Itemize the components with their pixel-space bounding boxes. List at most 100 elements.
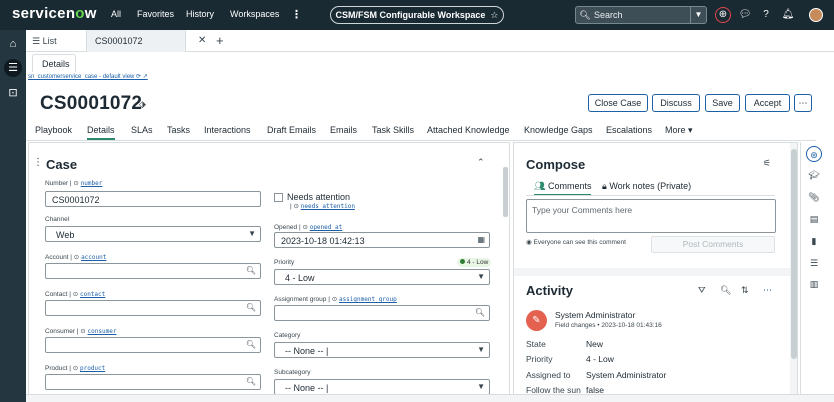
book-icon[interactable]: ▥	[806, 276, 822, 292]
tab-details[interactable]: Details	[87, 125, 115, 140]
post-comments-button[interactable]: Post Comments	[651, 236, 775, 253]
consumer-field-name[interactable]: consumer	[88, 328, 117, 335]
chevron-down-icon: ▼	[477, 345, 485, 354]
subtab-details[interactable]: Details	[32, 54, 76, 72]
search-icon[interactable]: 🔍︎	[246, 377, 256, 386]
tab-interactions[interactable]: Interactions	[204, 125, 251, 135]
tab-slas[interactable]: SLAs	[131, 125, 153, 135]
scrollbar-thumb[interactable]	[503, 167, 508, 217]
bell-icon[interactable]: 🔔︎	[781, 8, 795, 22]
opened-field-name[interactable]: opened_at	[310, 224, 343, 231]
more-menu-icon[interactable]: ⋮	[291, 8, 302, 21]
account-field-name[interactable]: account	[81, 254, 106, 261]
nav-history[interactable]: History	[186, 9, 214, 19]
attachment-icon[interactable]: 📎︎	[806, 189, 822, 205]
subcategory-select[interactable]: -- None -- | ▼	[274, 379, 490, 395]
search-icon[interactable]: 🔍︎	[246, 340, 256, 349]
search-icon[interactable]: 🔍︎	[246, 303, 256, 312]
form-scrollbar[interactable]	[502, 161, 509, 401]
consumer-input[interactable]: 🔍︎	[45, 337, 261, 353]
tab-comments[interactable]: 👥︎ Comments	[534, 181, 592, 196]
nav-all[interactable]: All	[111, 9, 121, 19]
number-field-name[interactable]: number	[81, 180, 103, 187]
home-icon[interactable]: ⌂	[4, 35, 22, 53]
nav-workspaces[interactable]: Workspaces	[230, 9, 279, 19]
needs-attention-checkbox[interactable]	[274, 193, 283, 202]
sort-icon[interactable]: ⇅	[741, 285, 749, 296]
number-input[interactable]: CS0001072	[45, 191, 261, 207]
tab-knowledge-gaps[interactable]: Knowledge Gaps	[524, 125, 593, 135]
contact-field-name[interactable]: contact	[80, 291, 105, 298]
file-icon[interactable]: ▮	[806, 233, 822, 249]
list-icon[interactable]: ☰	[4, 59, 22, 77]
chevron-down-icon: ▼	[477, 272, 485, 281]
star-icon[interactable]: ☆	[490, 10, 498, 21]
chat-icon[interactable]: 💬︎	[738, 8, 752, 22]
global-search[interactable]: 🔍︎ Search ▼	[575, 6, 707, 24]
channel-select[interactable]: Web ▼	[45, 226, 261, 242]
servicenow-logo[interactable]: servicenow	[12, 5, 97, 22]
tab-attached-knowledge[interactable]: Attached Knowledge	[427, 125, 510, 135]
calendar-icon[interactable]: ▦	[477, 235, 485, 244]
form-view-link[interactable]: sn_customerservice_case - default view ⟳…	[28, 73, 148, 80]
more-options-icon[interactable]: ⋯	[763, 285, 772, 296]
search-scope-dropdown[interactable]: ▼	[690, 7, 706, 23]
assignment-group-field-name[interactable]: assignment_group	[339, 296, 397, 303]
tag-icon[interactable]: ⬗	[139, 99, 146, 110]
tab-playbook[interactable]: Playbook	[35, 125, 72, 135]
filter-icon[interactable]: ⛛	[698, 285, 706, 296]
assignment-group-input[interactable]: 🔍︎	[274, 305, 490, 321]
tab-tasks[interactable]: Tasks	[167, 125, 190, 135]
settings-sliders-icon[interactable]: ⚟	[763, 158, 771, 169]
tab-task-skills[interactable]: Task Skills	[372, 125, 414, 135]
needs-attention-field: | ⊙ needs_attention	[290, 203, 355, 210]
agent-assist-icon[interactable]: ⊛	[806, 146, 822, 162]
tab-more[interactable]: More ▾	[665, 125, 693, 136]
drag-handle-icon[interactable]: ⋮	[33, 157, 43, 168]
product-input[interactable]: 🔍︎	[45, 374, 261, 390]
priority-select[interactable]: 4 - Low ▼	[274, 269, 490, 285]
tab-list[interactable]: ☰ List	[32, 36, 57, 47]
priority-badge-text: 4 - Low	[467, 259, 489, 266]
scrollbar-thumb[interactable]	[791, 149, 797, 359]
close-tab-icon[interactable]: ✕	[198, 35, 206, 46]
accept-button[interactable]: Accept	[745, 94, 790, 112]
needs-attention-field-name[interactable]: needs_attention	[301, 203, 355, 210]
list-icon[interactable]: ☰	[806, 255, 822, 271]
save-button[interactable]: Save	[705, 94, 740, 112]
user-avatar[interactable]	[809, 8, 823, 22]
tab-draft-emails[interactable]: Draft Emails	[267, 125, 316, 135]
search-input[interactable]: Search	[594, 10, 690, 20]
tab-more-label: More	[665, 125, 686, 135]
activity-user: System Administrator	[555, 310, 636, 320]
close-case-button[interactable]: Close Case	[588, 94, 648, 112]
more-actions-button[interactable]: ⋯	[794, 94, 812, 112]
add-tab-icon[interactable]: +	[216, 33, 224, 48]
discuss-button[interactable]: Discuss	[652, 94, 700, 112]
record-tabs: Playbook Details SLAs Tasks Interactions…	[26, 121, 816, 141]
comments-textarea[interactable]: Type your Comments here	[526, 199, 776, 233]
tab-work-notes[interactable]: 🔒︎ Work notes (Private)	[602, 181, 691, 192]
collapse-chevron-icon[interactable]: ⌃	[477, 157, 485, 168]
panel-scrollbar[interactable]	[790, 143, 797, 401]
tab-emails[interactable]: Emails	[330, 125, 357, 135]
document-icon[interactable]: ▤	[806, 211, 822, 227]
globe-icon[interactable]: ⊕	[715, 7, 731, 23]
activity-avatar: ✎	[526, 310, 547, 331]
top-navigation-bar: servicenow All Favorites History Workspa…	[0, 0, 834, 30]
search-icon[interactable]: 🔍︎	[720, 285, 731, 296]
account-input[interactable]: 🔍︎	[45, 263, 261, 279]
inbox-icon[interactable]: ⊡	[4, 84, 22, 102]
nav-favorites[interactable]: Favorites	[137, 9, 174, 19]
search-icon[interactable]: 🔍︎	[246, 266, 256, 275]
product-field-name[interactable]: product	[80, 365, 105, 372]
tab-escalations[interactable]: Escalations	[606, 125, 652, 135]
category-select[interactable]: -- None -- | ▼	[274, 342, 490, 358]
help-icon[interactable]: ?	[759, 8, 773, 22]
contact-input[interactable]: 🔍︎	[45, 300, 261, 316]
opened-input[interactable]: 2023-10-18 01:42:13 ▦	[274, 232, 490, 248]
knowledge-icon[interactable]: 🎓︎	[806, 167, 822, 183]
workspace-pill[interactable]: CSM/FSM Configurable Workspace ☆	[330, 6, 504, 24]
tab-record[interactable]: CS0001072	[86, 30, 186, 52]
search-icon[interactable]: 🔍︎	[475, 308, 485, 317]
